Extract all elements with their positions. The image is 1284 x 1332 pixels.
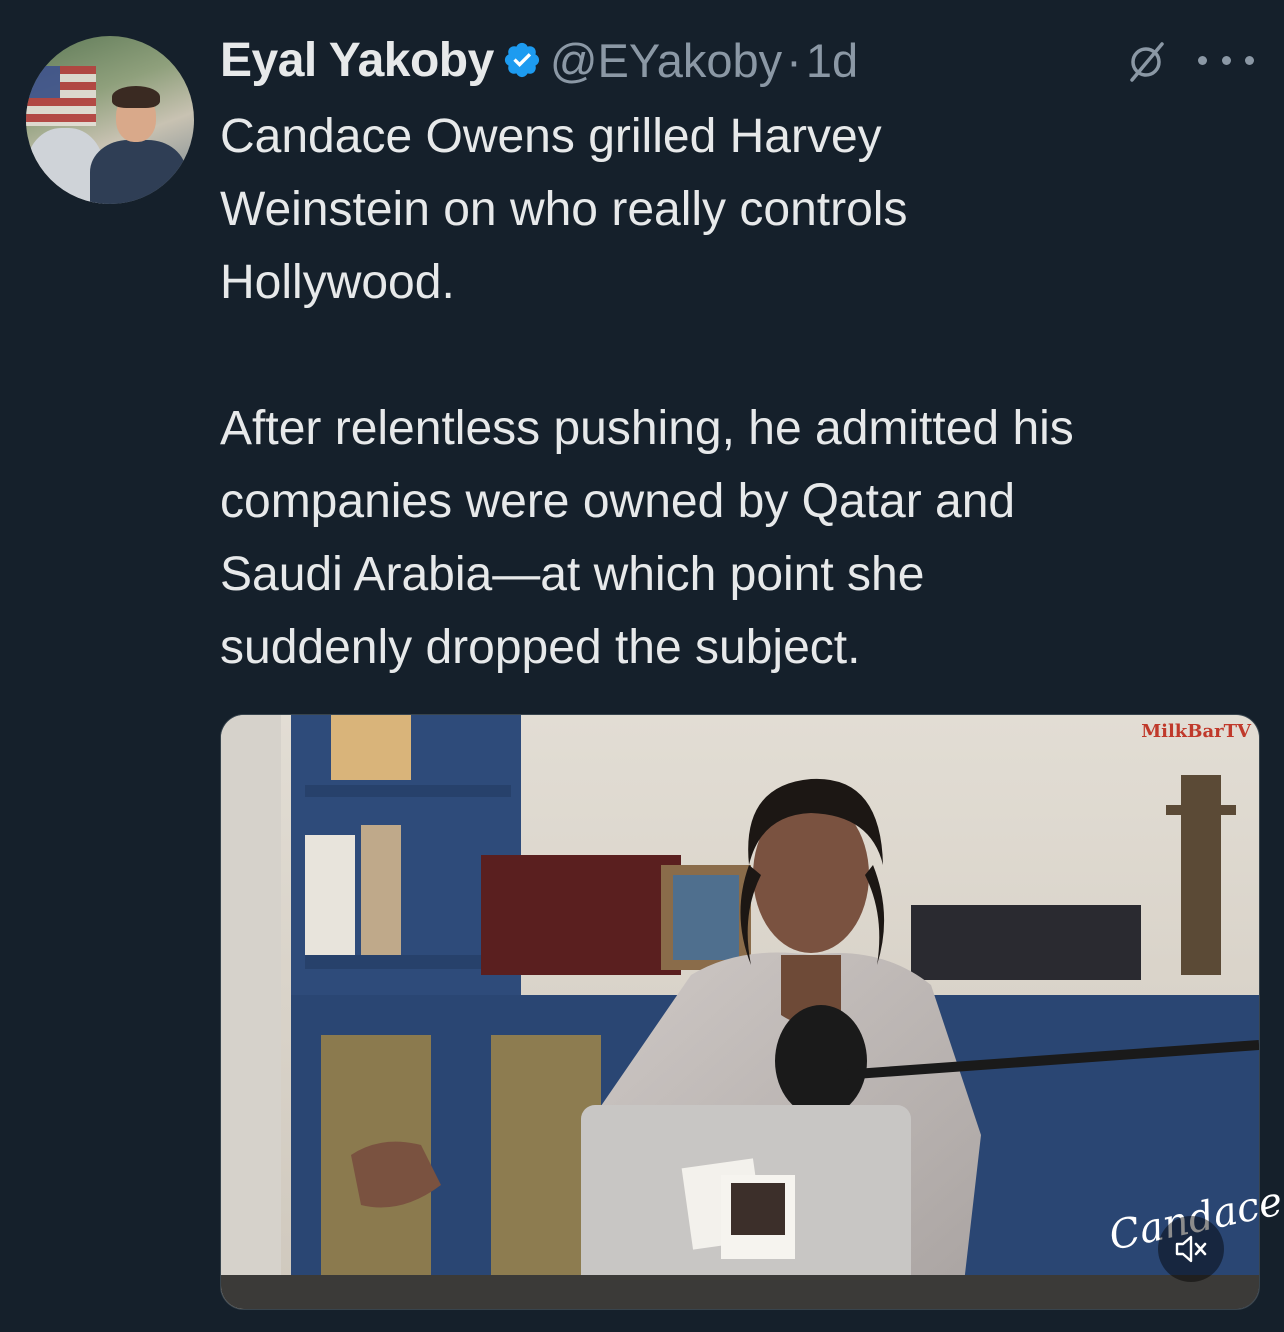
grok-icon[interactable] <box>1124 40 1168 84</box>
avatar-hair <box>112 86 160 108</box>
avatar-flag <box>26 66 96 126</box>
tweet-header: Eyal Yakoby @EYakoby · 1d <box>220 30 858 90</box>
more-dot <box>1245 55 1254 65</box>
header-separator: · <box>786 33 802 87</box>
author-handle[interactable]: @EYakoby <box>550 33 782 88</box>
more-dot <box>1221 55 1231 65</box>
tweet-timestamp[interactable]: 1d <box>806 33 858 88</box>
more-dot <box>1198 55 1207 65</box>
tweet-text: Candace Owens grilled Harvey Weinstein o… <box>220 110 1074 674</box>
avatar-shirt <box>90 140 186 204</box>
verified-badge-icon[interactable] <box>502 40 542 80</box>
video-frame <box>221 715 1259 1309</box>
author-avatar[interactable] <box>26 36 194 204</box>
mute-button[interactable] <box>1158 1216 1224 1282</box>
author-name[interactable]: Eyal Yakoby <box>220 33 494 88</box>
tweet-video[interactable]: MilkBarTV <box>220 714 1260 1310</box>
more-icon[interactable] <box>1198 46 1254 74</box>
video-watermark: MilkBarTV <box>1141 721 1251 742</box>
volume-muted-icon <box>1175 1235 1207 1263</box>
